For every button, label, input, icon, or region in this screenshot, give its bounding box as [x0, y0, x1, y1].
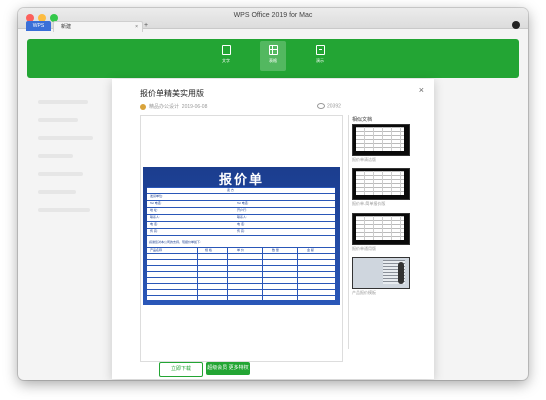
tab-spreadsheet-label: 表格 [269, 58, 277, 63]
view-count-value: 20392 [327, 103, 341, 110]
download-button[interactable]: 立即下载 [159, 362, 203, 377]
sheet-col-header: 单 价 [237, 248, 244, 252]
sheet-cell: Tel 电话: [150, 201, 162, 205]
tab-spreadsheet[interactable]: 表格 [260, 41, 286, 71]
similar-caption[interactable]: 报价单-简单报价版 [352, 201, 385, 207]
close-icon[interactable]: × [419, 85, 424, 95]
similar-thumb[interactable] [352, 213, 410, 245]
sheet-cell: 联系人: [237, 215, 247, 219]
new-tab-button[interactable]: + [144, 21, 148, 31]
template-author: 精品办公设计 [149, 104, 180, 110]
template-meta: 精品办公设计 2019-06-08 [140, 103, 207, 110]
sheet-col-header: 规 格 [205, 248, 212, 252]
similar-caption[interactable]: 报价单通用版 [352, 246, 376, 252]
tab-presentation-label: 演示 [316, 58, 324, 63]
doc-type-bar: 文字 表格 演示 [27, 39, 519, 78]
app-window: WPS Office 2019 for Mac WPS 新建 × + 文字 表格… [18, 8, 528, 380]
sheet-col-header: 产品名称 [150, 248, 163, 252]
sheet-note: 感谢您对本公司的支持，现报价单如下: [149, 240, 201, 244]
doc-icon [221, 45, 231, 55]
sheet-header-col: 卖 方 [227, 188, 234, 192]
sheet-cell: Tel 电话: [237, 201, 249, 205]
tab-wps[interactable]: WPS [26, 21, 51, 31]
template-preview: 报价单 卖 方 发货单位: Tel 电话: Tel 电话: 地 址: 开户行: … [140, 115, 343, 362]
vip-button[interactable]: 超级会员 更多特权 [206, 362, 250, 375]
sheet-cell: 电 话: [150, 222, 158, 226]
similar-thumb[interactable] [352, 124, 410, 156]
sheet-cell: 开户行: [237, 208, 247, 212]
similar-title: 相似文档 [352, 117, 373, 123]
template-preview-dialog: 报价单精美实用版 × 精品办公设计 2019-06-08 20392 报价单 卖… [112, 79, 434, 379]
tab-presentation[interactable]: 演示 [307, 41, 333, 71]
sheet-cell: 传 真: [237, 229, 245, 233]
background-list [28, 86, 108, 356]
avatar[interactable] [512, 21, 520, 29]
presentation-icon [315, 45, 325, 55]
eye-icon [317, 103, 325, 109]
tab-new[interactable]: 新建 × [53, 21, 143, 32]
view-count: 20392 [317, 103, 341, 109]
sheet-cell: 地 址: [150, 208, 158, 212]
sheet-col-header: 数 量 [272, 248, 279, 252]
sheet-title: 报价单 [218, 172, 264, 187]
tab-close-icon[interactable]: × [135, 22, 138, 32]
similar-thumb[interactable] [352, 168, 410, 200]
sheet-cell: 传 真: [150, 229, 158, 233]
sheet-cell: 发货单位: [150, 194, 163, 198]
spreadsheet-icon [268, 45, 278, 55]
sheet-cell: 电 话: [237, 222, 245, 226]
window-title: WPS Office 2019 for Mac [233, 12, 313, 19]
sheet-cell: 联系人: [150, 215, 160, 219]
sheet-body: 卖 方 发货单位: Tel 电话: Tel 电话: 地 址: 开户行: 联系人:… [147, 187, 335, 300]
template-title: 报价单精美实用版 [140, 89, 204, 98]
similar-caption[interactable]: 产品报价模板 [352, 290, 376, 296]
template-date: 2019-06-08 [181, 104, 208, 110]
similar-thumb[interactable] [352, 257, 410, 289]
similar-caption[interactable]: 报价单清洁版 [352, 157, 376, 163]
tab-doc[interactable]: 文字 [213, 41, 239, 71]
sheet-col-header: 金 额 [307, 248, 314, 252]
quote-sheet: 报价单 卖 方 发货单位: Tel 电话: Tel 电话: 地 址: 开户行: … [143, 167, 340, 305]
tab-new-label: 新建 [61, 24, 72, 30]
author-icon [140, 103, 146, 110]
tab-doc-label: 文字 [222, 58, 230, 63]
divider [348, 115, 349, 349]
